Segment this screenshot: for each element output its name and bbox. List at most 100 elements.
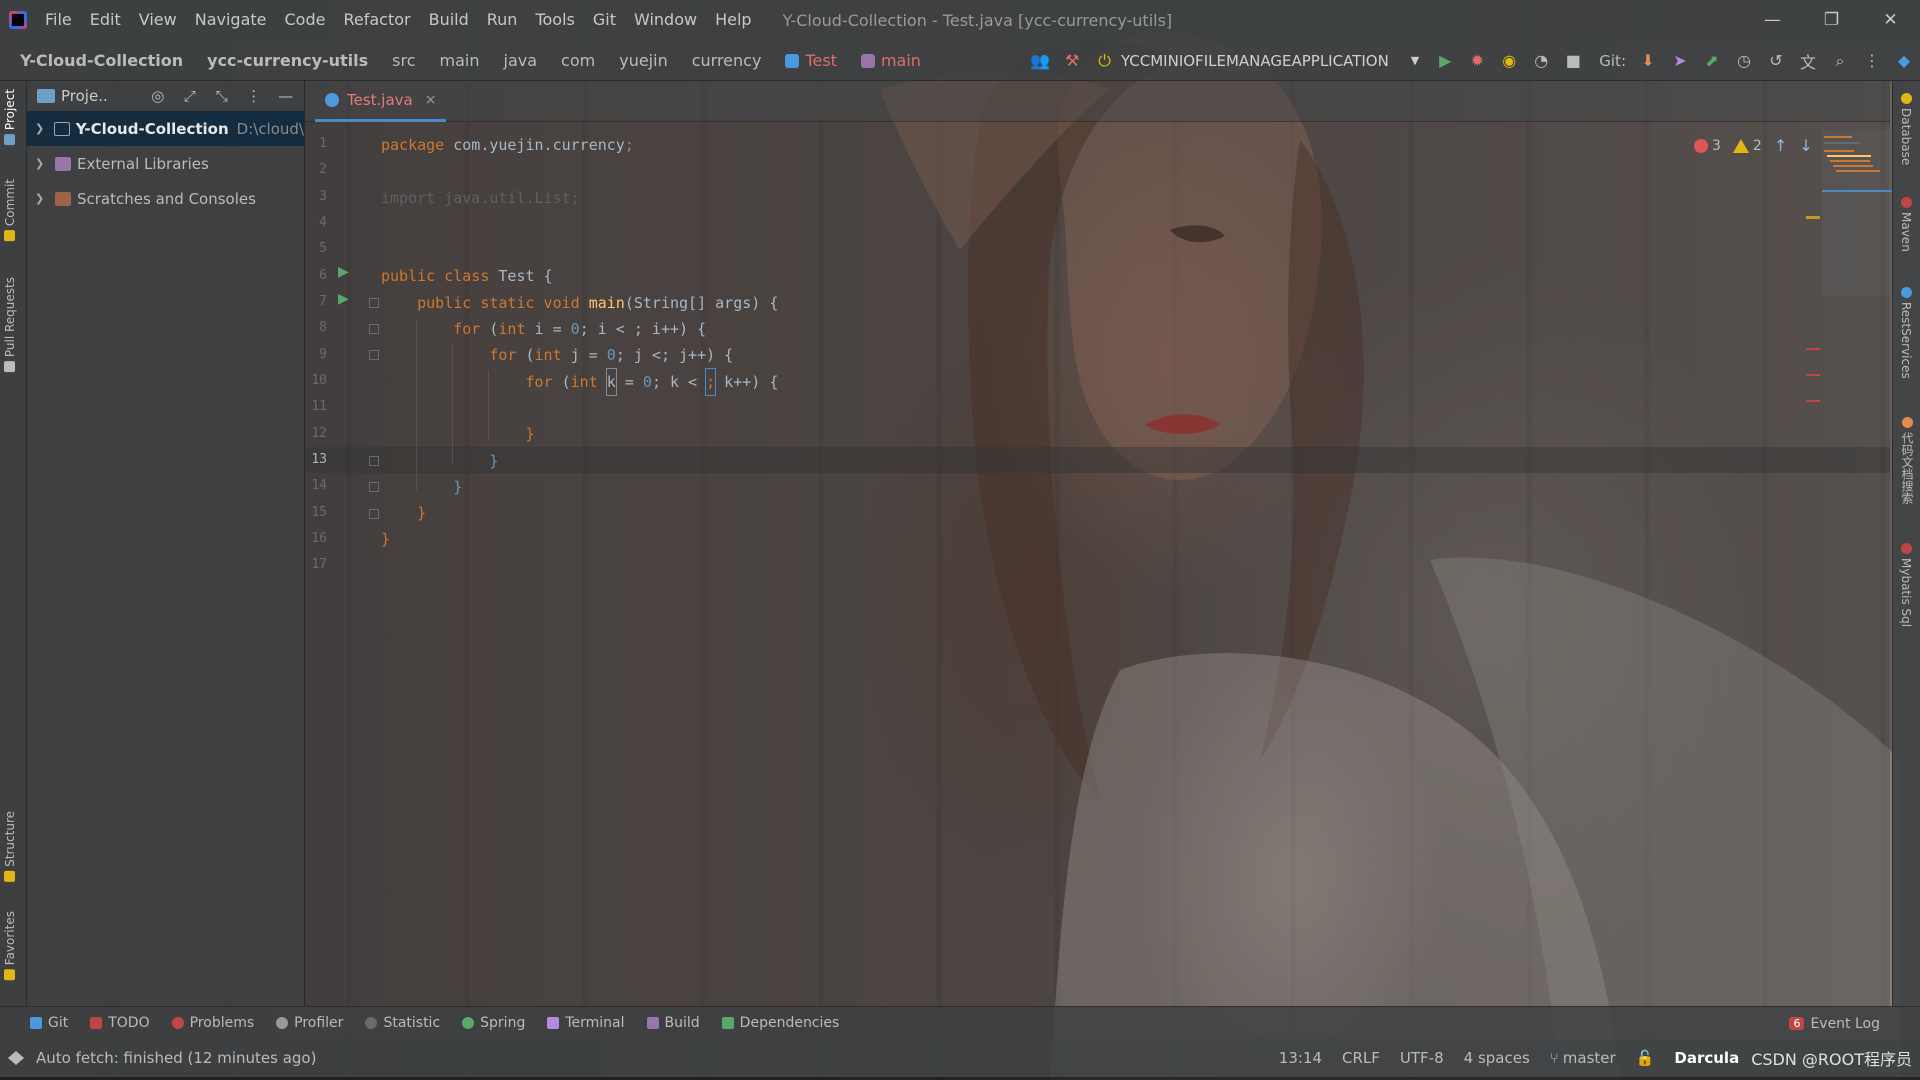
- menu-navigate[interactable]: Navigate: [186, 0, 276, 40]
- breadcrumb-method-main[interactable]: main: [849, 51, 933, 70]
- error-stripe-marker[interactable]: [1806, 348, 1820, 350]
- bottom-tab-statistic[interactable]: Statistic: [365, 1015, 440, 1031]
- tool-tab-database[interactable]: Database: [1899, 93, 1913, 165]
- git-push-icon[interactable]: ⬈: [1696, 45, 1728, 77]
- code-with-me-icon[interactable]: 👥: [1024, 45, 1056, 77]
- editor-tab-test-java[interactable]: Test.java ×: [315, 81, 447, 122]
- coverage-icon[interactable]: ◉: [1493, 45, 1525, 77]
- warning-stripe-marker[interactable]: [1806, 216, 1820, 219]
- bottom-tab-spring[interactable]: Spring: [462, 1015, 525, 1031]
- run-main-gutter-icon[interactable]: ▶: [338, 291, 349, 307]
- close-tab-icon[interactable]: ×: [425, 92, 437, 108]
- git-history-icon[interactable]: ◷: [1728, 45, 1760, 77]
- collapse-all-icon[interactable]: ⤡: [206, 87, 238, 105]
- bottom-tab-todo[interactable]: TODO: [90, 1015, 150, 1031]
- breadcrumb-project[interactable]: Y-Cloud-Collection: [8, 51, 195, 70]
- bottom-tab-dependencies[interactable]: Dependencies: [721, 1015, 839, 1031]
- tree-item-project-root[interactable]: ❯ Y-Cloud-Collection D:\cloud\: [27, 111, 304, 146]
- breadcrumb-currency[interactable]: currency: [680, 51, 774, 70]
- run-configuration-selector[interactable]: ⏻ YCCMINIOFILEMANAGEAPPLICATION ▼: [1088, 51, 1429, 71]
- git-branch-widget[interactable]: ⑂ master: [1550, 1049, 1616, 1067]
- restore-icon[interactable]: ❐: [1802, 0, 1861, 40]
- project-view-selector[interactable]: Proje..: [61, 87, 108, 105]
- error-stripe-marker[interactable]: [1806, 400, 1820, 402]
- build-hammer-icon[interactable]: ⚒: [1056, 45, 1088, 77]
- indent-setting[interactable]: 4 spaces: [1464, 1049, 1530, 1067]
- fold-marker-icon[interactable]: [369, 350, 379, 360]
- lock-icon[interactable]: 🔓: [1636, 1049, 1655, 1067]
- menu-build[interactable]: Build: [420, 0, 478, 40]
- code-minimap[interactable]: [1822, 130, 1892, 296]
- debug-icon[interactable]: ✹: [1461, 45, 1493, 77]
- run-icon[interactable]: ▶: [1429, 45, 1461, 77]
- rollback-icon[interactable]: ↺: [1760, 45, 1792, 77]
- theme-widget[interactable]: Darcula: [1674, 1049, 1739, 1067]
- menu-git[interactable]: Git: [584, 0, 625, 40]
- tool-tab-mybatis-sql[interactable]: Mybatis Sql: [1899, 543, 1913, 627]
- breadcrumb-java[interactable]: java: [492, 51, 550, 70]
- menu-view[interactable]: View: [130, 0, 186, 40]
- fold-marker-icon[interactable]: [369, 482, 379, 492]
- previous-problem-icon[interactable]: ↑: [1774, 136, 1787, 155]
- bottom-tab-problems[interactable]: Problems: [171, 1015, 254, 1031]
- breadcrumb-com[interactable]: com: [549, 51, 607, 70]
- tool-tab-commit[interactable]: Commit: [3, 179, 17, 242]
- menu-edit[interactable]: Edit: [81, 0, 130, 40]
- tree-item-scratches[interactable]: ❯ Scratches and Consoles: [27, 181, 304, 216]
- bottom-tab-git[interactable]: Git: [30, 1015, 68, 1031]
- menu-run[interactable]: Run: [478, 0, 527, 40]
- code-content[interactable]: package com.yuejin.currency; import java…: [381, 132, 778, 553]
- expand-all-icon[interactable]: ⤢: [174, 87, 206, 105]
- breadcrumb-yuejin[interactable]: yuejin: [607, 51, 679, 70]
- more-options-icon[interactable]: ⋮: [1856, 45, 1888, 77]
- menu-window[interactable]: Window: [625, 0, 706, 40]
- fold-marker-icon[interactable]: [369, 324, 379, 334]
- chevron-right-icon[interactable]: ❯: [35, 192, 51, 205]
- tool-tab-maven[interactable]: Maven: [1899, 197, 1913, 252]
- tool-tab-structure[interactable]: Structure: [3, 811, 17, 882]
- tool-tab-favorites[interactable]: Favorites: [3, 911, 17, 981]
- plugin-icon[interactable]: ◆: [1888, 45, 1920, 77]
- git-update-icon[interactable]: ⬇: [1632, 45, 1664, 77]
- breadcrumb-class-test[interactable]: Test: [773, 51, 849, 70]
- menu-tools[interactable]: Tools: [526, 0, 583, 40]
- menu-refactor[interactable]: Refactor: [334, 0, 419, 40]
- line-separator[interactable]: CRLF: [1342, 1049, 1380, 1067]
- fold-marker-icon[interactable]: [369, 509, 379, 519]
- tool-tab-project[interactable]: Project: [3, 89, 17, 146]
- status-message[interactable]: Auto fetch: finished (12 minutes ago): [0, 1049, 316, 1067]
- search-icon[interactable]: ⌕: [1824, 45, 1856, 77]
- fold-marker-icon[interactable]: [369, 456, 379, 466]
- chevron-right-icon[interactable]: ❯: [35, 122, 50, 135]
- event-log-button[interactable]: 6 Event Log: [1789, 1007, 1880, 1040]
- caret-position[interactable]: 13:14: [1279, 1049, 1322, 1067]
- tool-tab-restservices[interactable]: RestServices: [1899, 287, 1913, 379]
- fold-marker-icon[interactable]: [369, 298, 379, 308]
- breadcrumb-module[interactable]: ycc-currency-utils: [195, 51, 380, 70]
- minimize-icon[interactable]: —: [1743, 0, 1802, 40]
- profiler-icon[interactable]: ◔: [1525, 45, 1557, 77]
- locate-file-icon[interactable]: ◎: [142, 87, 174, 105]
- hide-panel-icon[interactable]: —: [270, 87, 302, 105]
- stop-icon[interactable]: ■: [1557, 45, 1589, 77]
- file-encoding[interactable]: UTF-8: [1400, 1049, 1444, 1067]
- next-problem-icon[interactable]: ↓: [1799, 136, 1812, 155]
- tool-tab-doc-search[interactable]: 代码文档搜索: [1899, 417, 1916, 504]
- bottom-tab-build[interactable]: Build: [646, 1015, 700, 1031]
- run-class-gutter-icon[interactable]: ▶: [338, 264, 349, 280]
- chevron-right-icon[interactable]: ❯: [35, 157, 51, 170]
- inspection-widget[interactable]: 3 2 ↑ ↓: [1694, 136, 1813, 155]
- bottom-tab-profiler[interactable]: Profiler: [276, 1015, 343, 1031]
- menu-file[interactable]: File: [36, 0, 81, 40]
- translate-icon[interactable]: 文: [1792, 45, 1824, 77]
- menu-code[interactable]: Code: [276, 0, 335, 40]
- close-window-icon[interactable]: ✕: [1861, 0, 1920, 40]
- bottom-tab-terminal[interactable]: Terminal: [547, 1015, 625, 1031]
- breadcrumb-src[interactable]: src: [380, 51, 427, 70]
- git-commit-icon[interactable]: ➤: [1664, 45, 1696, 77]
- menu-help[interactable]: Help: [706, 0, 760, 40]
- error-stripe-marker[interactable]: [1806, 374, 1820, 376]
- tree-item-external-libraries[interactable]: ❯ External Libraries: [27, 146, 304, 181]
- panel-options-icon[interactable]: ⋮: [238, 87, 270, 105]
- breadcrumb-main[interactable]: main: [428, 51, 492, 70]
